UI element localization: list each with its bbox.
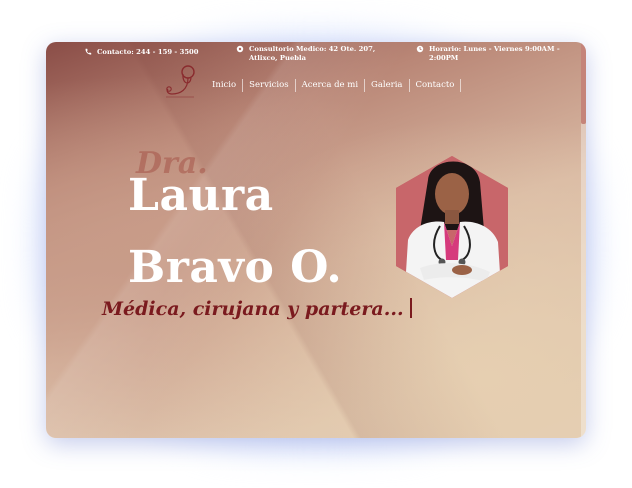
nav-acerca[interactable]: Acerca de mi: [296, 79, 366, 92]
scrollbar-thumb[interactable]: [581, 42, 586, 124]
scrollbar-track[interactable]: [581, 42, 586, 438]
browser-window: Contacto: 244 - 159 - 3500 Consultorio M…: [46, 42, 586, 438]
main-nav: Inicio Servicios Acerca de mi Galeria Co…: [206, 79, 462, 92]
doctor-last-name: Bravo O.: [128, 242, 343, 293]
nav-galeria[interactable]: Galeria: [365, 79, 410, 92]
clock-icon: [416, 45, 424, 53]
hero-tagline: Médica, cirujana y partera...: [102, 298, 412, 320]
contact-text: Contacto: 244 - 159 - 3500: [97, 48, 199, 56]
hours-text: Horario: Lunes - Viernes 9:00AM - 2:00PM: [429, 45, 560, 62]
address-text: Consultorio Medico: 42 Ote. 207, Atlixco…: [249, 45, 376, 62]
doctor-portrait: [396, 156, 508, 298]
phone-icon: [85, 48, 92, 55]
nav-inicio[interactable]: Inicio: [206, 79, 244, 92]
hours-info: Horario: Lunes - Viernes 9:00AM - 2:00PM: [416, 45, 566, 63]
location-icon: [236, 45, 244, 53]
address-info[interactable]: Consultorio Medico: 42 Ote. 207, Atlixco…: [236, 45, 386, 63]
top-info-bar: Contacto: 244 - 159 - 3500 Consultorio M…: [46, 42, 581, 68]
nav-contacto[interactable]: Contacto: [410, 79, 462, 92]
stethoscope-logo-icon[interactable]: [164, 64, 200, 102]
contact-info[interactable]: Contacto: 244 - 159 - 3500: [84, 48, 199, 57]
tagline-text: Médica, cirujana y partera...: [102, 298, 404, 320]
nav-servicios[interactable]: Servicios: [243, 79, 296, 92]
doctor-first-name: Laura: [128, 170, 274, 221]
